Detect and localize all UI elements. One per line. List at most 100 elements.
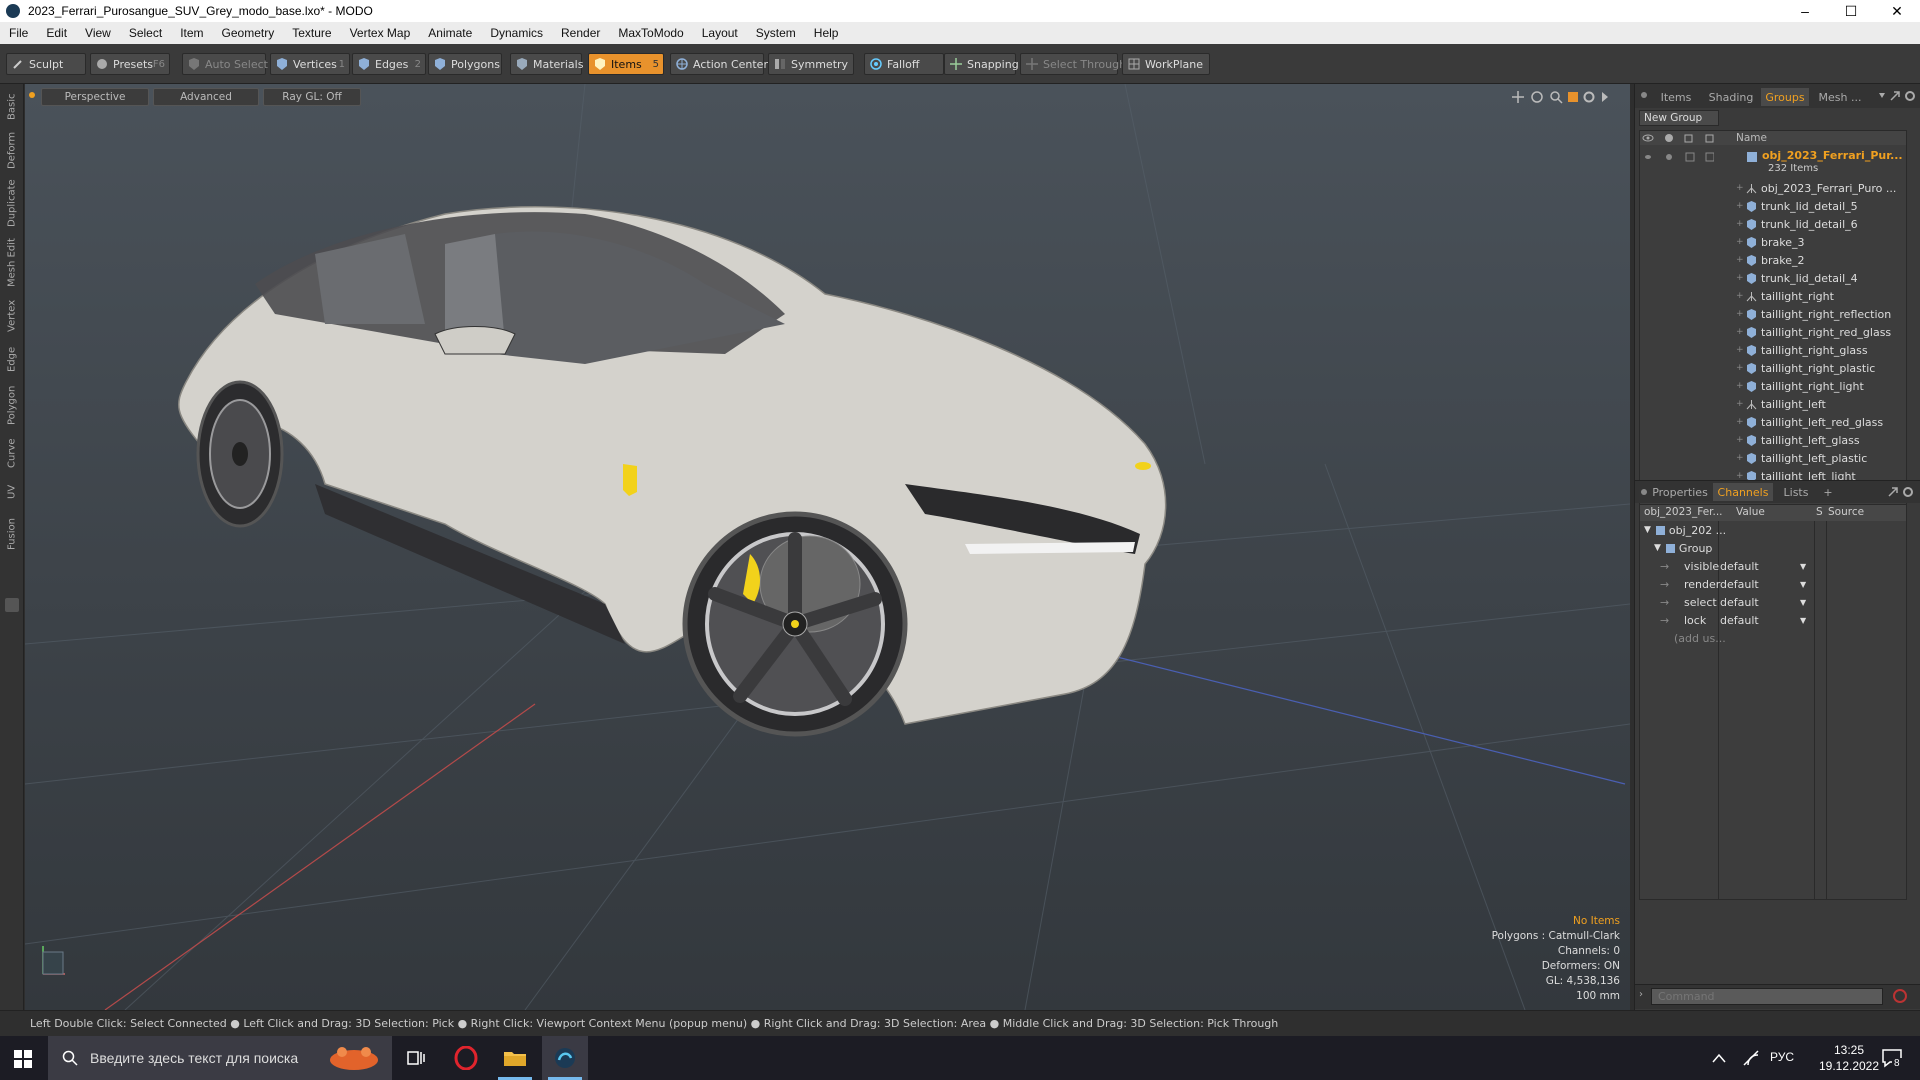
tree-item[interactable]: + taillight_right_plastic: [1736, 359, 1906, 377]
channel-value[interactable]: default: [1720, 560, 1759, 573]
expand-plus-icon[interactable]: +: [1736, 183, 1746, 193]
front-wheel[interactable]: [682, 511, 908, 737]
command-input[interactable]: [1651, 988, 1883, 1005]
expand-plus-icon[interactable]: +: [1736, 345, 1746, 355]
tree-item[interactable]: + taillight_left_red_glass: [1736, 413, 1906, 431]
render-icon[interactable]: [1665, 134, 1673, 142]
materials-button[interactable]: Materials: [510, 53, 583, 75]
menu-maxtomodo[interactable]: MaxToModo: [609, 26, 692, 40]
tree-item[interactable]: + obj_2023_Ferrari_Puro ...: [1736, 179, 1906, 197]
task-view-icon[interactable]: [406, 1048, 426, 1068]
menu-geometry[interactable]: Geometry: [213, 26, 284, 40]
minimize-button[interactable]: –: [1782, 0, 1828, 22]
chan-root-row[interactable]: ▼ obj_202 ...: [1644, 521, 1726, 539]
clock[interactable]: 13:25 19.12.2022: [1814, 1042, 1884, 1074]
channel-row[interactable]: → visible default ▼: [1640, 557, 1906, 575]
windows-start-icon[interactable]: [14, 1050, 32, 1068]
menu-render[interactable]: Render: [552, 26, 609, 40]
car-model[interactable]: [178, 206, 1167, 725]
action-center-button[interactable]: Action Center: [670, 53, 768, 75]
add-tab-button[interactable]: +: [1819, 483, 1837, 501]
expand-plus-icon[interactable]: +: [1736, 453, 1746, 463]
presets-button[interactable]: Presets F6: [90, 53, 170, 75]
polygons-button[interactable]: Polygons: [428, 53, 502, 75]
select-icon[interactable]: [1705, 134, 1714, 143]
channel-dropdown-icon[interactable]: ▼: [1800, 580, 1806, 589]
tab-mesh[interactable]: Mesh ...: [1811, 88, 1869, 106]
tray-up-arrow-icon[interactable]: [1712, 1052, 1726, 1064]
opera-browser-icon[interactable]: [454, 1046, 478, 1070]
tab-uv[interactable]: UV: [2, 480, 22, 504]
tree-item[interactable]: + taillight_left_plastic: [1736, 449, 1906, 467]
expand-plus-icon[interactable]: +: [1736, 327, 1746, 337]
expand-plus-icon[interactable]: +: [1736, 363, 1746, 373]
visibility-eye-icon[interactable]: [1642, 134, 1654, 142]
expand-plus-icon[interactable]: +: [1736, 417, 1746, 427]
menu-select[interactable]: Select: [120, 26, 171, 40]
lower-panel-menu-dot[interactable]: [1641, 489, 1647, 495]
panel-settings-icon[interactable]: [1905, 91, 1915, 101]
vertices-button[interactable]: Vertices 1: [270, 53, 350, 75]
menu-texture[interactable]: Texture: [283, 26, 340, 40]
tree-item[interactable]: + taillight_right_glass: [1736, 341, 1906, 359]
network-icon[interactable]: [1742, 1049, 1760, 1067]
channel-dropdown-icon[interactable]: ▼: [1800, 562, 1806, 571]
channel-row[interactable]: → select default ▼: [1640, 593, 1906, 611]
select-through-button[interactable]: Select Through: [1020, 53, 1126, 75]
tree-item[interactable]: + taillight_right_reflection: [1736, 305, 1906, 323]
sculpt-button[interactable]: Sculpt: [6, 53, 86, 75]
3d-viewport[interactable]: Perspective Advanced Ray GL: Off No Item…: [25, 84, 1630, 1010]
rear-wheel[interactable]: [196, 380, 284, 528]
tree-item[interactable]: + brake_3: [1736, 233, 1906, 251]
expand-plus-icon[interactable]: +: [1736, 219, 1746, 229]
tree-item[interactable]: + brake_2: [1736, 251, 1906, 269]
workplane-button[interactable]: WorkPlane: [1122, 53, 1210, 75]
file-explorer-icon[interactable]: [502, 1046, 528, 1070]
dropdown-arrow-icon[interactable]: [1879, 93, 1885, 98]
expand-plus-icon[interactable]: +: [1736, 291, 1746, 301]
tab-mesh-edit[interactable]: Mesh Edit: [2, 238, 22, 288]
menu-system[interactable]: System: [747, 26, 805, 40]
channel-value[interactable]: default: [1720, 596, 1759, 609]
tab-lists[interactable]: Lists: [1777, 483, 1815, 501]
channel-row[interactable]: → render default ▼: [1640, 575, 1906, 593]
tab-curve[interactable]: Curve: [2, 436, 22, 470]
tab-channels[interactable]: Channels: [1713, 483, 1773, 501]
menu-dynamics[interactable]: Dynamics: [481, 26, 552, 40]
close-button[interactable]: ✕: [1874, 0, 1920, 22]
language-indicator[interactable]: РУС: [1770, 1050, 1794, 1064]
modo-taskbar-button[interactable]: [542, 1036, 588, 1080]
menu-help[interactable]: Help: [805, 26, 848, 40]
items-button[interactable]: Items 5: [588, 53, 664, 75]
tab-toggle-button[interactable]: [5, 598, 19, 612]
lower-settings-icon[interactable]: [1903, 487, 1913, 497]
snapping-button[interactable]: Snapping: [944, 53, 1019, 75]
channel-row[interactable]: → lock default ▼: [1640, 611, 1906, 629]
tab-deform[interactable]: Deform: [2, 131, 22, 168]
symmetry-button[interactable]: Symmetry: [768, 53, 854, 75]
taskbar-search[interactable]: Введите здесь текст для поиска: [48, 1036, 392, 1080]
tab-groups[interactable]: Groups: [1761, 88, 1809, 106]
expand-plus-icon[interactable]: +: [1736, 435, 1746, 445]
tree-item[interactable]: + taillight_right_light: [1736, 377, 1906, 395]
tree-item[interactable]: + taillight_left: [1736, 395, 1906, 413]
falloff-button[interactable]: Falloff: [864, 53, 944, 75]
tab-basic[interactable]: Basic: [2, 92, 22, 122]
tab-edge[interactable]: Edge: [2, 344, 22, 374]
expand-plus-icon[interactable]: +: [1736, 381, 1746, 391]
tree-item[interactable]: + trunk_lid_detail_5: [1736, 197, 1906, 215]
expand-plus-icon[interactable]: +: [1736, 237, 1746, 247]
menu-edit[interactable]: Edit: [37, 26, 76, 40]
menu-view[interactable]: View: [76, 26, 120, 40]
lock-icon[interactable]: [1684, 134, 1693, 143]
group-root-row[interactable]: obj_2023_Ferrari_Pur... 232 Items: [1640, 147, 1906, 177]
tree-item[interactable]: + trunk_lid_detail_4: [1736, 269, 1906, 287]
tree-item[interactable]: + trunk_lid_detail_6: [1736, 215, 1906, 233]
expand-plus-icon[interactable]: +: [1736, 201, 1746, 211]
panel-menu-dot[interactable]: [1641, 92, 1647, 98]
channel-dropdown-icon[interactable]: ▼: [1800, 616, 1806, 625]
menu-vertex-map[interactable]: Vertex Map: [341, 26, 420, 40]
tab-shading[interactable]: Shading: [1703, 88, 1759, 106]
edges-button[interactable]: Edges 2: [352, 53, 426, 75]
new-group-button[interactable]: New Group: [1639, 110, 1719, 126]
